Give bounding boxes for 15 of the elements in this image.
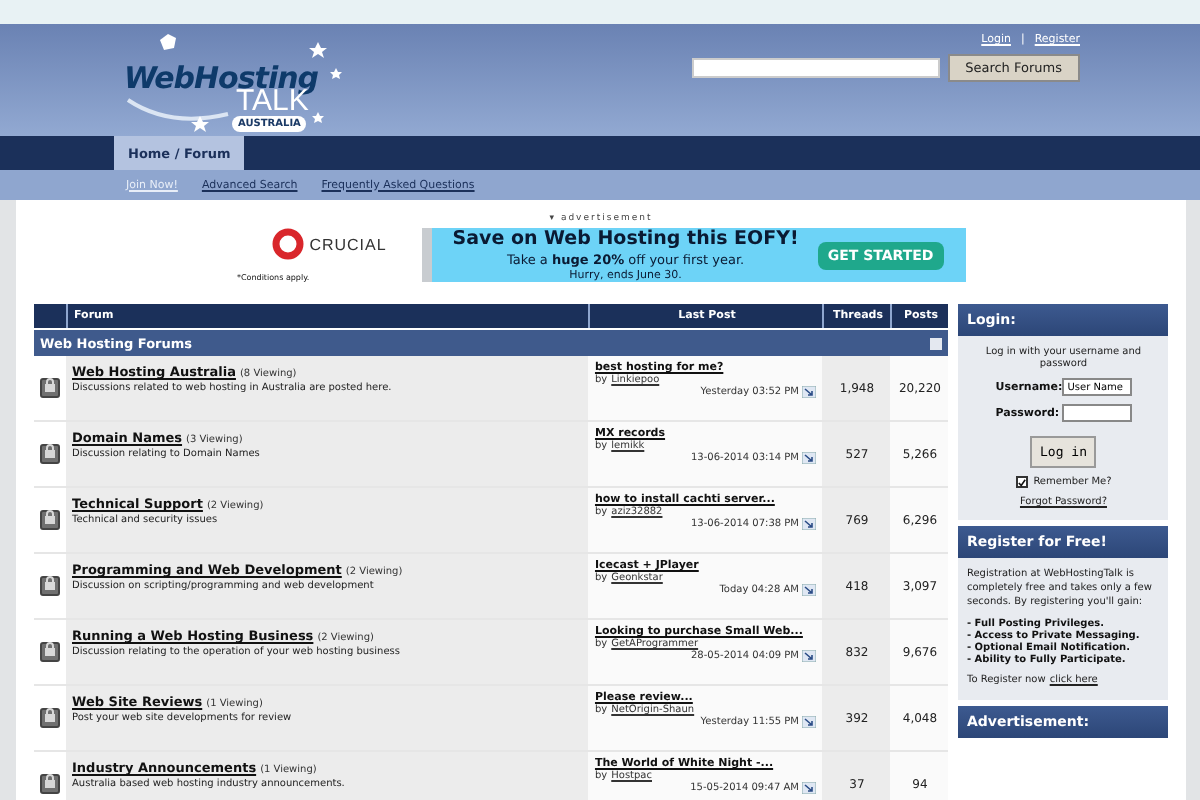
go-to-post-icon[interactable] — [802, 584, 817, 596]
password-field[interactable] — [1061, 404, 1132, 422]
search-field[interactable] — [691, 58, 940, 78]
ad-headline: Save on Web Hosting this EOFY! — [452, 228, 799, 250]
go-to-post-icon[interactable] — [802, 452, 817, 464]
header-cell — [34, 304, 66, 328]
remember-checkbox[interactable] — [1015, 476, 1028, 488]
go-to-post-icon[interactable] — [802, 650, 817, 662]
go-to-post-icon[interactable] — [802, 716, 817, 728]
go-to-post-icon[interactable] — [802, 386, 817, 398]
go-to-post-icon[interactable] — [802, 782, 817, 794]
go-to-post-icon[interactable] — [802, 518, 817, 530]
ad-brand-name: CRUCIAL — [309, 235, 387, 253]
ring-logo-icon — [271, 228, 304, 260]
collapse-icon[interactable] — [930, 337, 943, 349]
